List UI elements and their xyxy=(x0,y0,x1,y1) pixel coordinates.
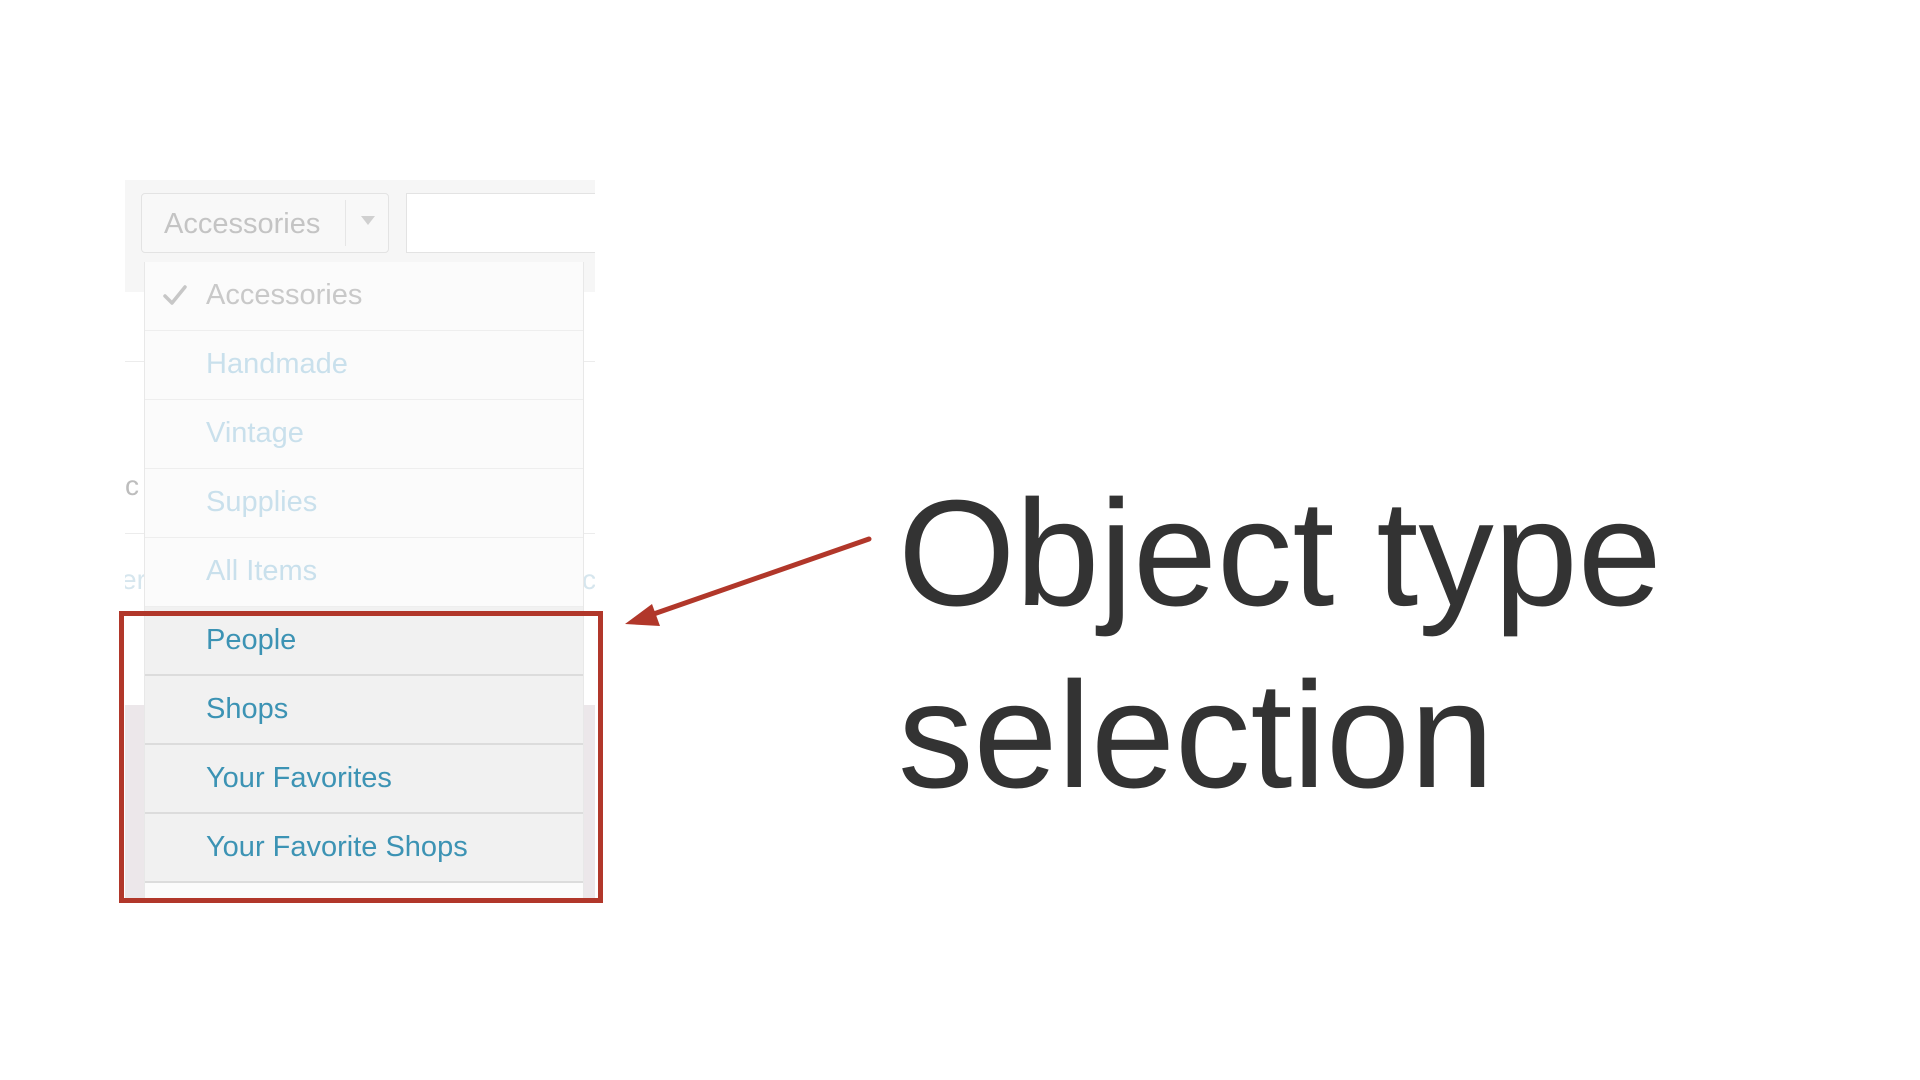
category-select[interactable]: Accessories xyxy=(141,193,389,253)
menu-item-label: Vintage xyxy=(206,417,304,449)
menu-item-label: Handmade xyxy=(206,348,348,380)
menu-item-label: All Items xyxy=(206,555,318,587)
caption-line: selection xyxy=(898,650,1494,819)
caption-line: Object type xyxy=(898,468,1662,637)
select-divider xyxy=(345,200,346,246)
menu-item-vintage[interactable]: Vintage xyxy=(145,400,583,469)
slide: Accessories c er c Accessories Handmade xyxy=(0,0,1920,1080)
background-text-fragment: er xyxy=(125,564,146,595)
menu-item-label: Supplies xyxy=(206,486,318,518)
chevron-down-icon[interactable] xyxy=(361,216,375,225)
menu-item-accessories[interactable]: Accessories xyxy=(145,262,583,331)
menu-item-all-items[interactable]: All Items xyxy=(145,538,583,607)
annotation-caption: Object type selection xyxy=(898,462,1798,826)
category-select-value: Accessories xyxy=(164,208,321,240)
search-input[interactable] xyxy=(406,193,595,253)
arrow-icon xyxy=(625,536,872,626)
background-text-fragment: c xyxy=(125,470,139,501)
check-icon xyxy=(163,285,187,305)
menu-item-handmade[interactable]: Handmade xyxy=(145,331,583,400)
menu-item-supplies[interactable]: Supplies xyxy=(145,469,583,538)
menu-item-label: Accessories xyxy=(206,279,363,311)
highlight-box xyxy=(119,611,603,903)
